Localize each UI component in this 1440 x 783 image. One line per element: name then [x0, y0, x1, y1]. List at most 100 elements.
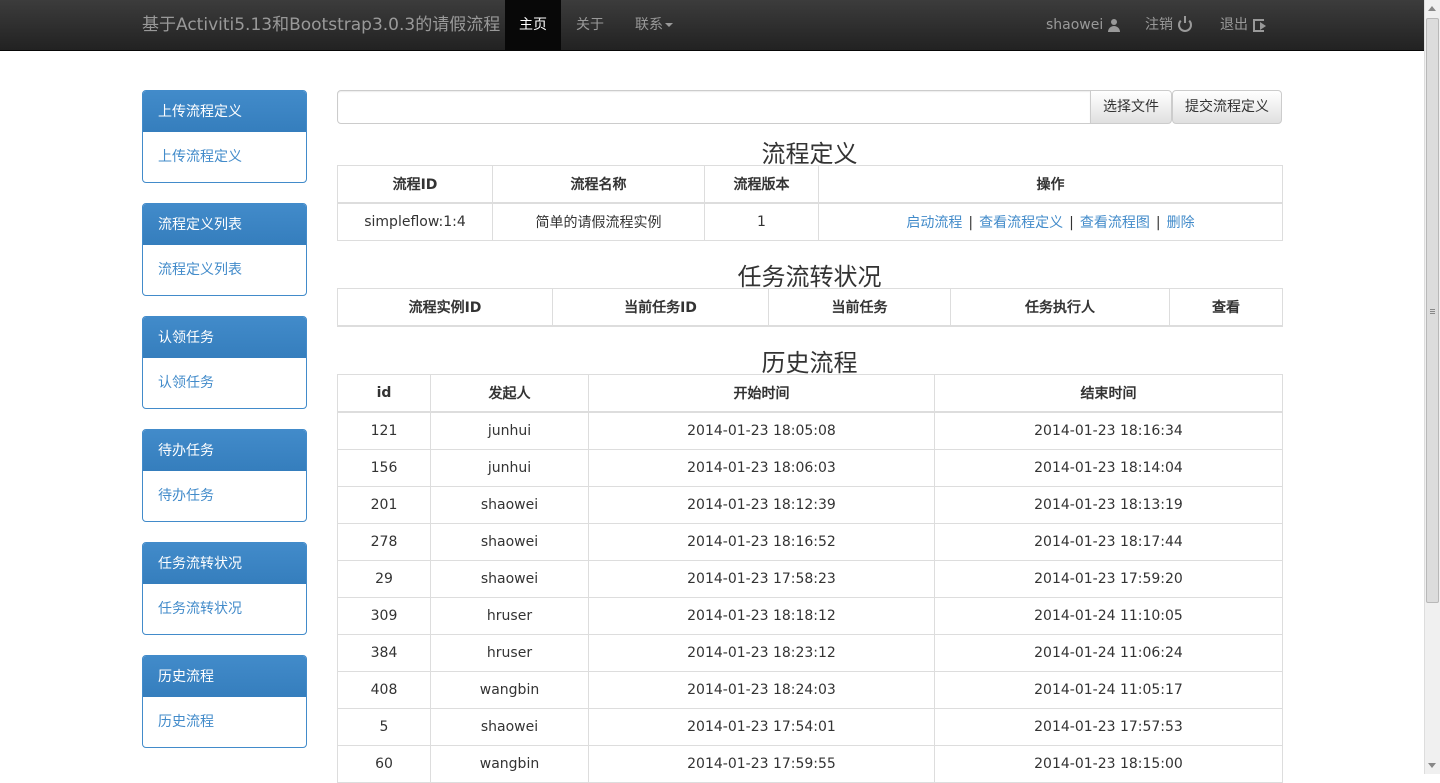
history-id-cell: 201	[337, 486, 431, 524]
panel-task-flow: 任务流转状况 任务流转状况	[142, 542, 307, 635]
start-time-cell: 2014-01-23 18:16:52	[588, 523, 935, 561]
initiator-cell: shaowei	[430, 708, 589, 746]
definitions-table: 流程ID 流程名称 流程版本 操作 simpleflow:1:4 简单的请假流程…	[337, 165, 1283, 241]
initiator-cell: hruser	[430, 634, 589, 672]
column-header: 流程名称	[492, 165, 705, 204]
end-time-cell: 2014-01-23 17:57:53	[934, 708, 1283, 746]
start-time-cell: 2014-01-23 18:18:12	[588, 597, 935, 635]
panel-definition-list: 流程定义列表 流程定义列表	[142, 203, 307, 296]
end-time-cell: 2014-01-23 17:59:20	[934, 560, 1283, 598]
sidebar-link-definition-list[interactable]: 流程定义列表	[143, 245, 306, 295]
panel-heading: 历史流程	[143, 656, 306, 697]
start-time-cell: 2014-01-23 17:54:01	[588, 708, 935, 746]
brand-title[interactable]: 基于Activiti5.13和Bootstrap3.0.3的请假流程	[142, 0, 500, 50]
start-time-cell: 2014-01-23 18:05:08	[588, 411, 935, 450]
end-time-cell: 2014-01-24 11:10:05	[934, 597, 1283, 635]
file-path-input[interactable]	[337, 90, 1091, 124]
panel-heading: 上传流程定义	[143, 91, 306, 132]
end-time-cell: 2014-01-23 18:13:19	[934, 486, 1283, 524]
nav-contact-dropdown[interactable]: 联系	[635, 0, 673, 50]
scroll-down-icon[interactable]	[1428, 763, 1436, 768]
username: shaowei	[1046, 17, 1104, 33]
column-header: 结束时间	[934, 374, 1283, 413]
history-table: id 发起人 开始时间 结束时间 121 junhui 2014-01-23 18:…	[337, 374, 1283, 783]
end-time-cell: 2014-01-24 11:05:17	[934, 671, 1283, 709]
vertical-scrollbar[interactable]	[1424, 0, 1440, 774]
sidebar-link-claim-task[interactable]: 认领任务	[143, 358, 306, 408]
tasks-title: 任务流转状况	[737, 263, 882, 291]
caret-down-icon	[665, 23, 673, 27]
table-row: 60 wangbin 2014-01-23 17:59:55 2014-01-23 1…	[337, 745, 1283, 783]
table-header-row: id 发起人 开始时间 结束时间	[337, 374, 1283, 413]
panel-heading: 认领任务	[143, 317, 306, 358]
definitions-title: 流程定义	[761, 140, 858, 168]
start-time-cell: 2014-01-23 17:59:55	[588, 745, 935, 783]
start-time-cell: 2014-01-23 18:24:03	[588, 671, 935, 709]
column-header: 操作	[818, 165, 1283, 204]
initiator-cell: shaowei	[430, 486, 589, 524]
history-id-cell: 156	[337, 449, 431, 487]
panel-todo-task: 待办任务 待办任务	[142, 429, 307, 522]
panel-claim-task: 认领任务 认领任务	[142, 316, 307, 409]
scrollbar-thumb[interactable]	[1426, 18, 1439, 603]
nav-home[interactable]: 主页	[505, 0, 561, 50]
column-header: 当前任务ID	[552, 288, 769, 327]
panel-heading: 任务流转状况	[143, 543, 306, 584]
exit-icon	[1253, 18, 1266, 32]
sidebar-link-todo-task[interactable]: 待办任务	[143, 471, 306, 521]
start-process-link[interactable]: 启动流程	[906, 215, 962, 231]
column-header: 流程版本	[704, 165, 819, 204]
sidebar-link-upload[interactable]: 上传流程定义	[143, 132, 306, 182]
process-id-cell: simpleflow:1:4	[337, 202, 493, 241]
process-version-cell: 1	[704, 202, 819, 241]
scroll-up-icon[interactable]	[1428, 6, 1436, 11]
table-row: 29 shaowei 2014-01-23 17:58:23 2014-01-23 1…	[337, 560, 1283, 598]
tasks-table: 流程实例ID 当前任务ID 当前任务 任务执行人 查看	[337, 288, 1283, 327]
history-rows: 121 junhui 2014-01-23 18:05:08 2014-01-23 1…	[337, 411, 1283, 783]
table-row: 408 wangbin 2014-01-23 18:24:03 2014-01-24 …	[337, 671, 1283, 709]
initiator-cell: junhui	[430, 411, 589, 450]
nav-exit[interactable]: 退出	[1220, 0, 1266, 50]
nav-user[interactable]: shaowei	[1046, 0, 1121, 50]
history-title: 历史流程	[761, 349, 858, 377]
sidebar-link-task-flow[interactable]: 任务流转状况	[143, 584, 306, 634]
panel-heading: 待办任务	[143, 430, 306, 471]
column-header: 任务执行人	[950, 288, 1170, 327]
delete-link[interactable]: 删除	[1167, 215, 1195, 231]
history-id-cell: 278	[337, 523, 431, 561]
panel-history: 历史流程 历史流程	[142, 655, 307, 748]
nav-contact-label: 联系	[635, 17, 663, 33]
table-header-row: 流程ID 流程名称 流程版本 操作	[337, 165, 1283, 204]
view-definition-link[interactable]: 查看流程定义	[979, 215, 1063, 231]
initiator-cell: wangbin	[430, 745, 589, 783]
logout-label: 注销	[1145, 17, 1173, 33]
column-header: 开始时间	[588, 374, 935, 413]
start-time-cell: 2014-01-23 18:12:39	[588, 486, 935, 524]
initiator-cell: wangbin	[430, 671, 589, 709]
sidebar-link-history[interactable]: 历史流程	[143, 697, 306, 747]
end-time-cell: 2014-01-23 18:14:04	[934, 449, 1283, 487]
navbar: 基于Activiti5.13和Bootstrap3.0.3的请假流程 主页 关于…	[0, 0, 1424, 51]
power-icon	[1178, 16, 1192, 32]
initiator-cell: shaowei	[430, 560, 589, 598]
choose-file-button[interactable]: 选择文件	[1090, 90, 1172, 124]
end-time-cell: 2014-01-24 11:06:24	[934, 634, 1283, 672]
nav-logout[interactable]: 注销	[1145, 0, 1192, 50]
table-row: 278 shaowei 2014-01-23 18:16:52 2014-01-23 …	[337, 523, 1283, 561]
initiator-cell: hruser	[430, 597, 589, 635]
table-header-row: 流程实例ID 当前任务ID 当前任务 任务执行人 查看	[337, 288, 1283, 327]
actions-cell: 启动流程 | 查看流程定义 | 查看流程图 | 删除	[818, 202, 1283, 241]
history-id-cell: 5	[337, 708, 431, 746]
view-diagram-link[interactable]: 查看流程图	[1080, 215, 1150, 231]
table-row: 309 hruser 2014-01-23 18:18:12 2014-01-24 1…	[337, 597, 1283, 635]
nav-about[interactable]: 关于	[576, 0, 604, 50]
process-name-cell: 简单的请假流程实例	[492, 202, 705, 241]
column-header: 流程ID	[337, 165, 493, 204]
submit-definition-button[interactable]: 提交流程定义	[1172, 90, 1282, 124]
history-id-cell: 384	[337, 634, 431, 672]
grip-icon	[1430, 309, 1435, 310]
column-header: 流程实例ID	[337, 288, 553, 327]
table-row: 201 shaowei 2014-01-23 18:12:39 2014-01-23 …	[337, 486, 1283, 524]
column-header: 查看	[1169, 288, 1283, 327]
start-time-cell: 2014-01-23 18:06:03	[588, 449, 935, 487]
